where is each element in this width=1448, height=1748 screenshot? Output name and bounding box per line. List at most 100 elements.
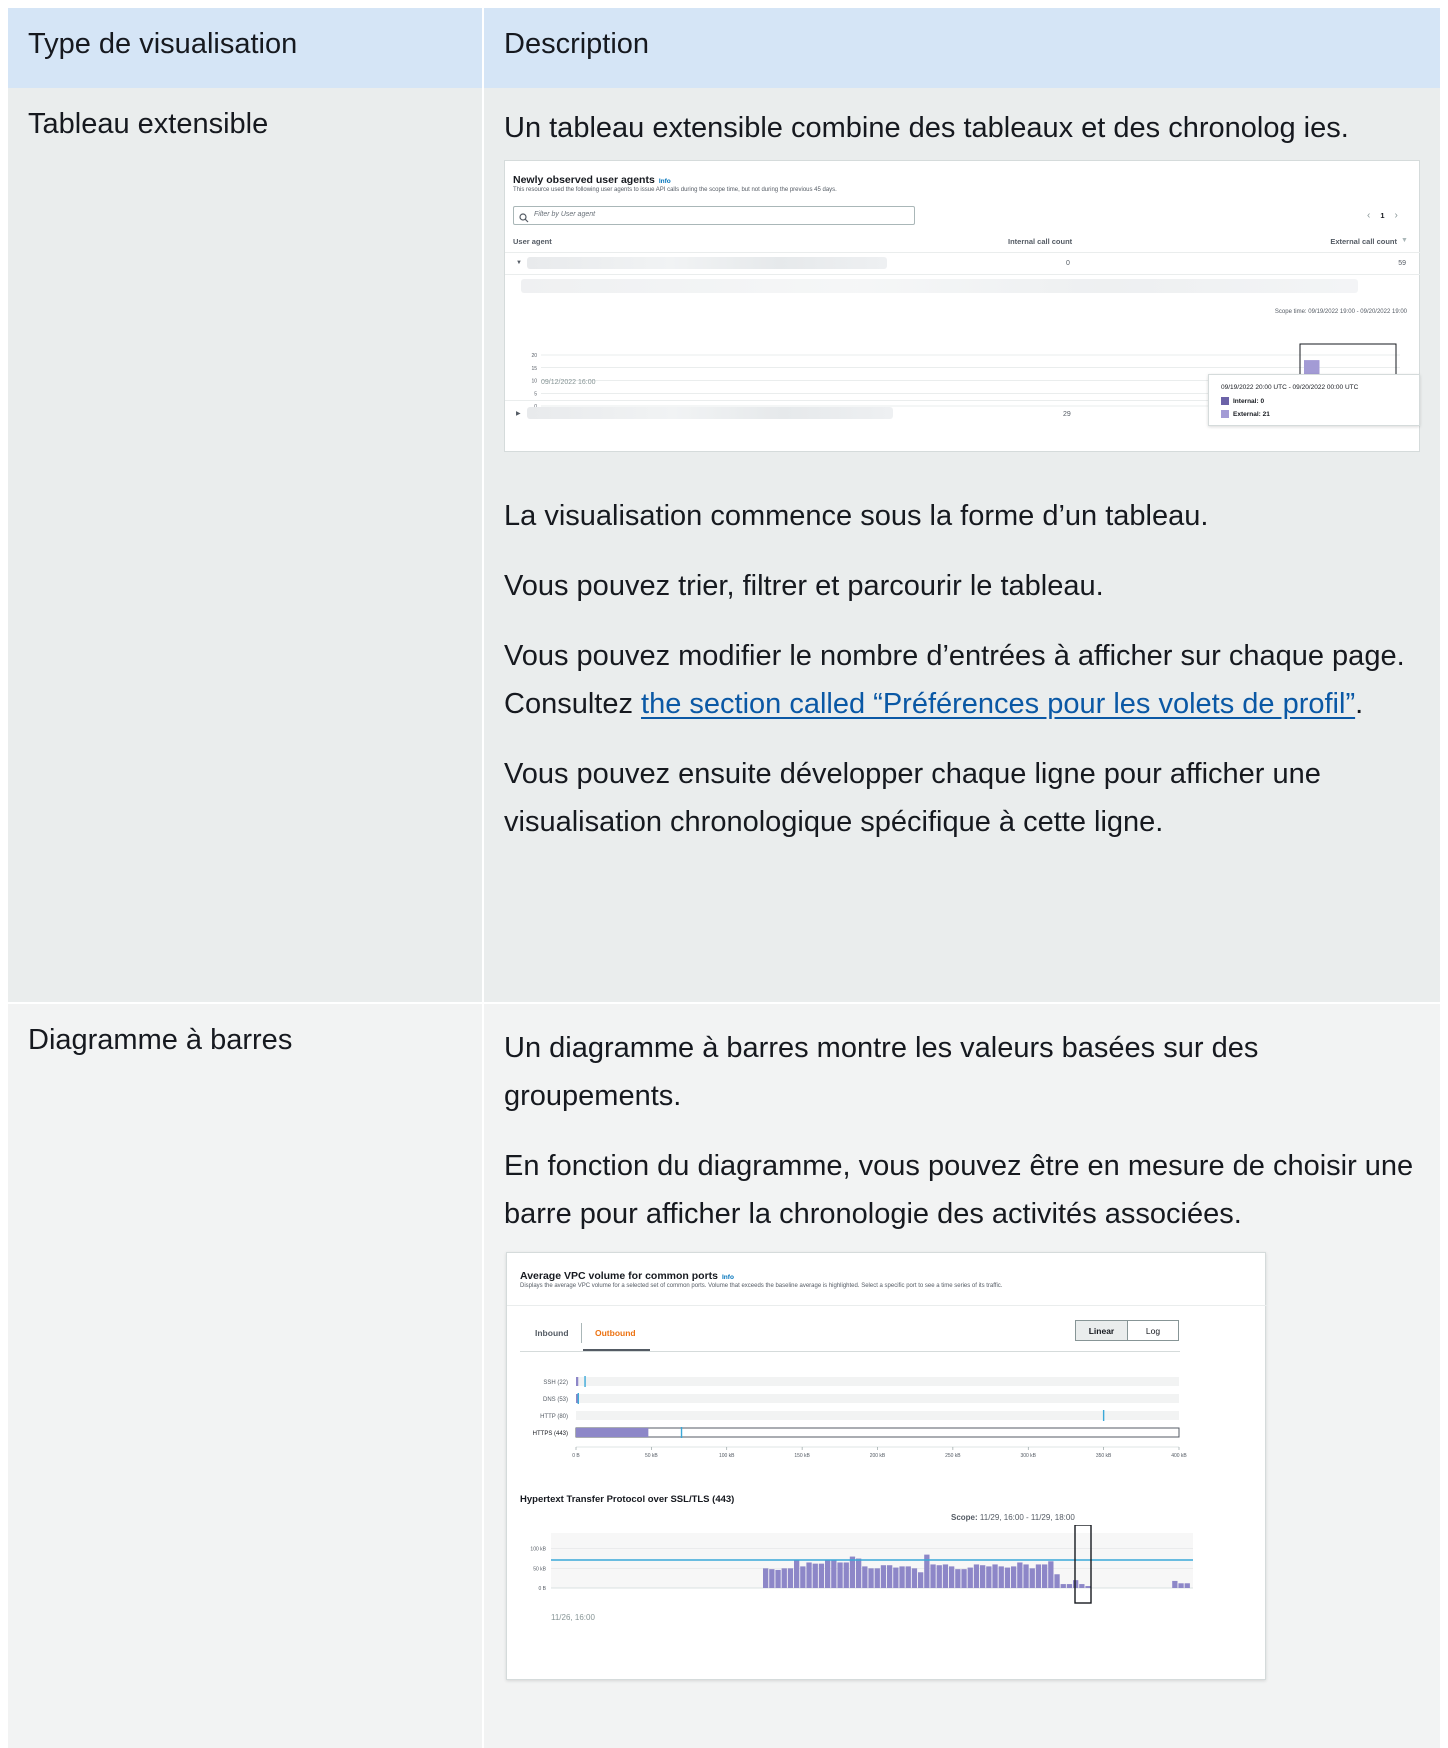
page-number[interactable]: 1 (1380, 211, 1384, 220)
row1-external: 59 (1398, 260, 1406, 267)
timeseries-bar (818, 1563, 825, 1588)
port-label: HTTPS (443) (533, 1431, 568, 1437)
timeseries-bar (1054, 1574, 1060, 1588)
port-row-track (576, 1394, 1179, 1403)
timeseries-bar (775, 1569, 781, 1588)
timeseries-bar (1035, 1564, 1042, 1588)
timeseries-bar (973, 1564, 980, 1588)
timeseries-bar (967, 1567, 973, 1588)
timeseries-bar (1017, 1562, 1023, 1588)
x-tick-label: 150 kB (794, 1453, 810, 1459)
linear-button[interactable]: Linear (1075, 1320, 1127, 1341)
detail-title: Hypertext Transfer Protocol over SSL/TLS… (520, 1494, 735, 1505)
y-tick-label: 10 (531, 379, 537, 385)
timeseries-bar (849, 1556, 856, 1588)
port-label: DNS (53) (543, 1397, 568, 1403)
caret-right-icon[interactable]: ▶ (516, 410, 521, 417)
shot1-filter-input[interactable]: Filter by User agent (513, 206, 915, 225)
visualization-table: Type de visualisation Description Tablea… (8, 8, 1440, 1748)
port-label: SSH (22) (543, 1380, 568, 1386)
redacted-user-agent (527, 257, 887, 269)
row-type-bar-chart: Diagramme à barres (8, 1002, 484, 1748)
caret-down-icon[interactable]: ▼ (516, 260, 522, 266)
divider (505, 274, 1421, 275)
table-row: Diagramme à barres Un diagramme à barres… (8, 1002, 1440, 1748)
header-type: Type de visualisation (8, 8, 484, 88)
x-tick-label: 200 kB (870, 1453, 886, 1459)
timeseries-bar (874, 1568, 880, 1588)
chart-yticks: 20151050 (531, 353, 537, 410)
tooltip-internal: Internal: 0 (1221, 397, 1264, 405)
port-bar (576, 1377, 579, 1386)
redacted-user-agent (527, 407, 893, 419)
shot1-title-wrap: Newly observed user agents Info (513, 170, 671, 188)
timeseries-bar (781, 1568, 787, 1588)
shot1-info-link[interactable]: Info (659, 178, 671, 185)
timeseries-bar (806, 1562, 812, 1588)
col-user-agent[interactable]: User agent (513, 237, 552, 246)
timeseries-bar (942, 1564, 949, 1588)
y-tick-label: 0 B (538, 1586, 546, 1592)
row-type-expandable-table: Tableau extensible (8, 88, 484, 1003)
timeseries-bar (905, 1566, 911, 1588)
legend-swatch-external (1221, 410, 1229, 418)
timeseries-bar (843, 1562, 849, 1588)
col-internal-call-count[interactable]: Internal call count (1008, 237, 1072, 246)
legend-swatch-internal (1221, 397, 1229, 405)
timeseries-bar (980, 1565, 986, 1588)
row2-p1: En fonction du diagramme, vous pouvez êt… (504, 1150, 1414, 1230)
row1-p3: Vous pouvez modifier le nombre d’entrées… (504, 640, 1405, 720)
timeseries-bar (1029, 1568, 1035, 1588)
port-row-outline (575, 1427, 1180, 1438)
row2-intro: Un diagramme à barres montre les valeurs… (504, 1032, 1259, 1112)
timeseries-bar (961, 1569, 967, 1588)
x-tick-label: 300 kB (1020, 1453, 1036, 1459)
shot2-info-link[interactable]: Info (722, 1274, 734, 1281)
y-tick-label: 50 kB (533, 1566, 546, 1572)
row1-internal: 0 (1066, 260, 1070, 267)
timeseries-bar (800, 1566, 806, 1588)
row1-p1: La visualisation commence sous la forme … (504, 500, 1209, 532)
x-start-label: 11/26, 16:00 (551, 1613, 595, 1622)
row1-p4: Vous pouvez ensuite développer chaque li… (504, 758, 1321, 838)
tab-outbound[interactable]: Outbound (595, 1328, 636, 1338)
y-tick-label: 15 (531, 366, 537, 372)
table-header-row: Type de visualisation Description (8, 8, 1440, 88)
scope-range: Scope: 11/29, 16:00 - 11/29, 18:00 (951, 1513, 1075, 1522)
timeseries-bar (1085, 1586, 1091, 1588)
chevron-right-icon[interactable]: › (1395, 210, 1398, 221)
timeseries-chart[interactable]: 100 kB 50 kB 0 B (507, 1525, 1267, 1645)
chevron-left-icon[interactable]: ‹ (1367, 210, 1370, 221)
ports-bar-chart[interactable]: SSH (22) DNS (53) HTTP (80) HTTPS (443) 0 B… (507, 1363, 1267, 1463)
y-tick-label: 20 (531, 353, 537, 359)
row-description: Un tableau extensible combine des tablea… (483, 88, 1440, 1003)
search-icon (519, 210, 529, 228)
timeseries-bar (998, 1566, 1004, 1588)
sort-down-icon[interactable]: ▼ (1401, 237, 1408, 244)
shot1-description: This resource used the following user ag… (513, 187, 837, 193)
tab-separator (581, 1323, 582, 1343)
port-label: HTTP (80) (540, 1414, 568, 1420)
shot2-description: Displays the average VPC volume for a se… (520, 1283, 1003, 1289)
timeseries-bar (992, 1564, 998, 1588)
col-external-call-count[interactable]: External call count (1233, 237, 1397, 246)
timeseries-bar (911, 1568, 918, 1588)
log-button[interactable]: Log (1127, 1320, 1179, 1341)
preferences-link[interactable]: the section called “Préférences pour les… (641, 688, 1355, 720)
row2-internal: 29 (1063, 411, 1071, 418)
x-tick-label: 50 kB (645, 1453, 658, 1459)
x-start-label: 09/12/2022 16:00 (541, 379, 596, 386)
timeseries-bar (1023, 1564, 1029, 1588)
timeseries-bar (1178, 1583, 1184, 1588)
x-tick-label: 350 kB (1096, 1453, 1112, 1459)
timeseries-bar (893, 1567, 899, 1588)
timeseries-bar (955, 1569, 961, 1588)
divider (520, 1351, 1180, 1352)
x-tick-label: 400 kB (1171, 1453, 1187, 1459)
shot2-title: Average VPC volume for common ports (520, 1270, 718, 1282)
y-tick-label: 5 (534, 391, 537, 397)
tab-inbound[interactable]: Inbound (535, 1328, 569, 1338)
timeseries-bar (1042, 1564, 1048, 1588)
table-row: Tableau extensible Un tableau extensible… (8, 88, 1440, 1003)
chart-tooltip: 09/19/2022 20:00 UTC - 09/20/2022 00:00 … (1208, 374, 1420, 426)
